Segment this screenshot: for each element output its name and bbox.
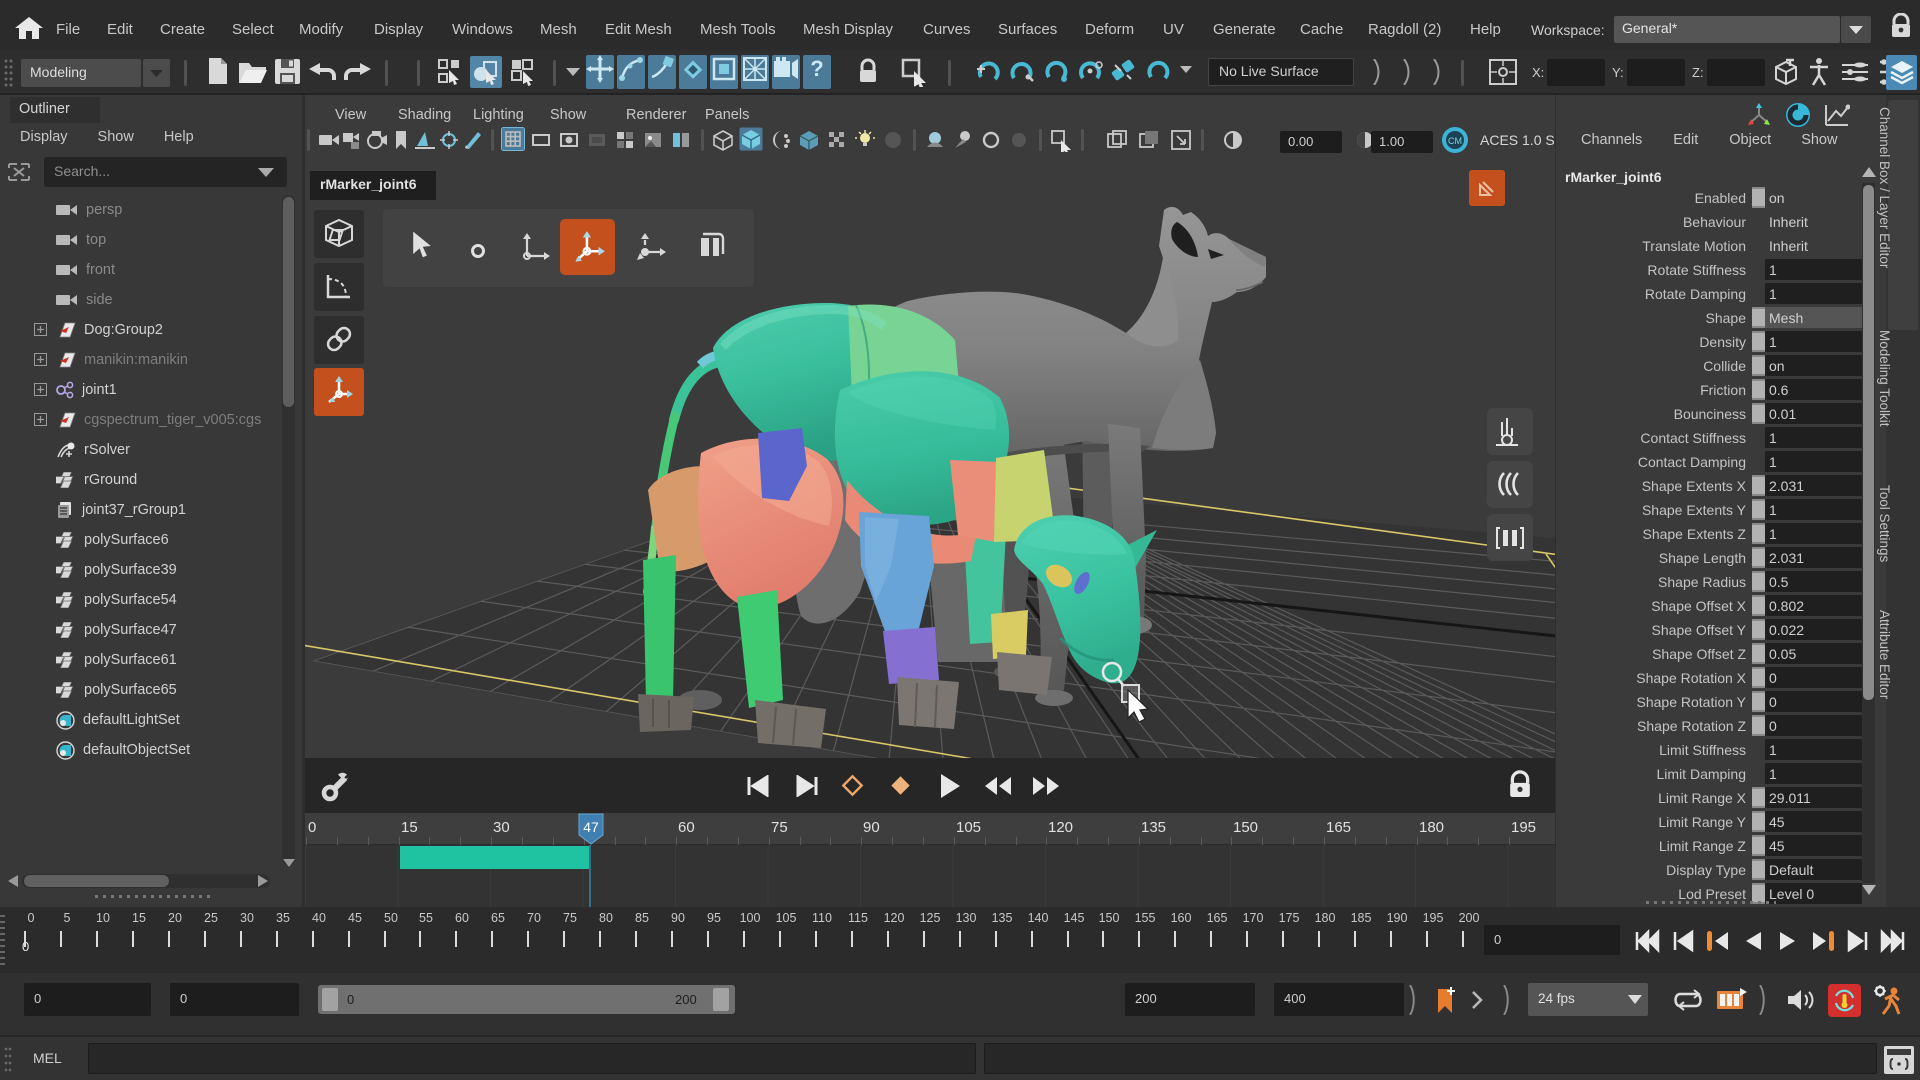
svg-text:?: ?: [810, 56, 823, 81]
svg-text:CM: CM: [1448, 136, 1462, 146]
svg-text:47: 47: [583, 819, 599, 835]
